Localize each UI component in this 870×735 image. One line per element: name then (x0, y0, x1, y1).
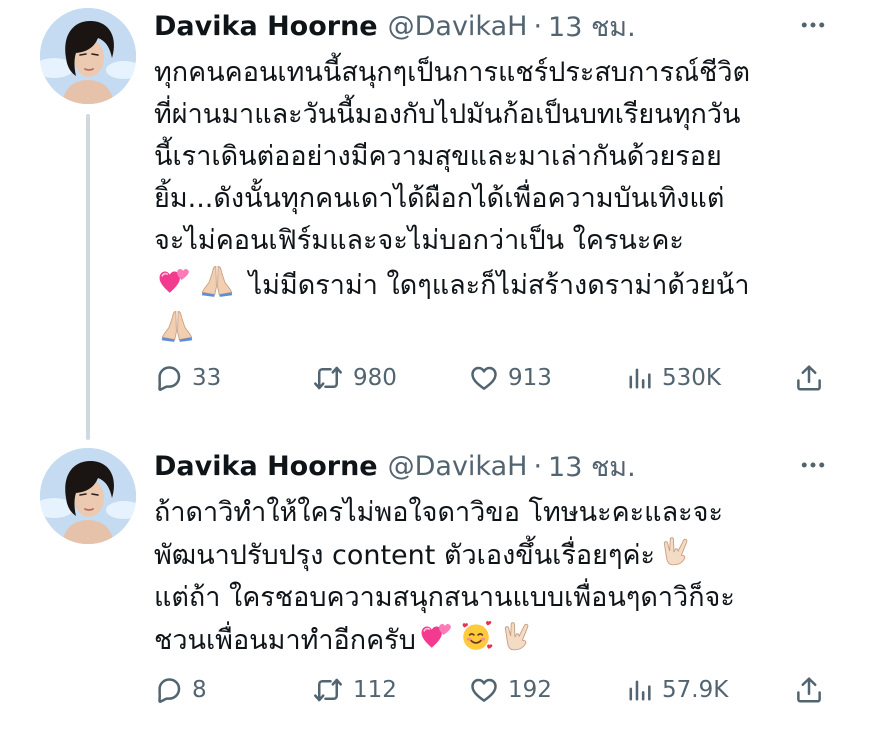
love-you-gesture-emoji (658, 534, 692, 568)
share-icon (794, 363, 824, 393)
tweet-thread: Davika Hoorne @DavikaH · 13 ชม. ทุกคนคอน… (0, 0, 870, 735)
heart-icon (468, 675, 500, 705)
reply-icon (154, 363, 184, 393)
avatar[interactable] (40, 448, 136, 544)
views-icon (626, 676, 654, 704)
tweet-text-line: ยิ้ม...ดังนั้นทุกคนเดาได้ผือกได้เพื่อควา… (154, 183, 725, 214)
reply-count: 33 (192, 365, 222, 391)
tweet[interactable]: Davika Hoorne @DavikaH · 13 ชม. ทุกคนคอน… (0, 0, 870, 440)
tweet-text-segment: ชวนเพื่อนมาทำอีกครับ (154, 625, 416, 656)
tweet-text-line-with-emoji: ไม่มีดราม่า ใดๆและก็ไม่สร้างดราม่าด้วยน้… (154, 262, 834, 307)
retweet-icon (311, 363, 345, 393)
tweet-text-line-with-emoji: ชวนเพื่อนมาทำอีกครับ (154, 619, 834, 662)
love-you-gesture-emoji (499, 619, 533, 653)
views-button[interactable]: 57.9K (626, 670, 728, 710)
retweet-count: 112 (353, 677, 397, 703)
more-icon[interactable] (796, 10, 830, 40)
tweet-text-line-emoji-only (154, 307, 834, 352)
tweet-actions: 33 980 913 530K (154, 358, 834, 398)
reply-button[interactable]: 33 (154, 358, 221, 398)
retweet-button[interactable]: 980 (311, 358, 397, 398)
reply-count: 8 (192, 677, 207, 703)
share-button[interactable] (794, 670, 824, 710)
view-count: 57.9K (662, 677, 729, 703)
tweet-text: ถ้าดาวิทำให้ใครไม่พอใจดาวิขอ โทษนะคะและจ… (154, 492, 834, 662)
tweet-timestamp[interactable]: 13 ชม. (548, 445, 636, 488)
two-hearts-emoji (157, 264, 191, 298)
reply-button[interactable]: 8 (154, 670, 207, 710)
retweet-count: 980 (353, 365, 397, 391)
thread-connector-line (86, 114, 90, 440)
tweet-text-segment: พัฒนาปรับปรุง content ตัวเองขึ้นเรื่อยๆค… (154, 540, 656, 571)
tweet-header: Davika Hoorne @DavikaH · 13 ชม. (154, 6, 830, 46)
avatar-image (40, 448, 136, 544)
tweet-text: ทุกคนคอนเทนนี้สนุกๆเป็นการแชร์ประสบการณ์… (154, 52, 834, 352)
tweet[interactable]: Davika Hoorne @DavikaH · 13 ชม. ถ้าดาวิท… (0, 440, 870, 735)
heart-icon (468, 363, 500, 393)
like-button[interactable]: 913 (468, 358, 552, 398)
separator-dot: · (533, 450, 543, 482)
folded-hands-emoji (197, 262, 237, 298)
like-button[interactable]: 192 (468, 670, 552, 710)
tweet-text-line: จะไม่คอนเฟิร์มและจะไม่บอกว่าเป็น ใครนะคะ (154, 225, 684, 256)
tweet-text-line: นี้เราเดินต่ออย่างมีความสุขและมาเล่ากันด… (154, 141, 722, 172)
folded-hands-emoji (157, 307, 197, 343)
reply-icon (154, 675, 184, 705)
more-icon[interactable] (796, 450, 830, 480)
tweet-text-line: ทุกคนคอนเทนนี้สนุกๆเป็นการแชร์ประสบการณ์… (154, 57, 751, 88)
tweet-text-segment: ไม่มีดราม่า ใดๆและก็ไม่สร้างดราม่าด้วยน้… (248, 270, 750, 301)
views-icon (626, 364, 654, 392)
tweet-text-line: ที่ผ่านมาและวันนี้มองกับไปมันก้อเป็นบทเร… (154, 99, 741, 130)
tweet-timestamp[interactable]: 13 ชม. (548, 5, 636, 48)
tweet-text-line: ถ้าดาวิทำให้ใครไม่พอใจดาวิขอ โทษนะคะและจ… (154, 497, 723, 528)
like-count: 913 (508, 365, 552, 391)
retweet-icon (311, 675, 345, 705)
tweet-header: Davika Hoorne @DavikaH · 13 ชม. (154, 446, 830, 486)
avatar[interactable] (40, 8, 136, 104)
share-button[interactable] (794, 358, 824, 398)
view-count: 530K (662, 365, 721, 391)
smiling-face-with-hearts-emoji (459, 619, 493, 653)
tweet-text-line: แต่ถ้า ใครชอบความสนุกสนานแบบเพื่อนๆดาวิก… (154, 582, 735, 613)
retweet-button[interactable]: 112 (311, 670, 397, 710)
share-icon (794, 675, 824, 705)
author-name[interactable]: Davika Hoorne (154, 11, 378, 42)
separator-dot: · (533, 10, 543, 42)
tweet-text-line-with-emoji: พัฒนาปรับปรุง content ตัวเองขึ้นเรื่อยๆค… (154, 534, 834, 577)
tweet-actions: 8 112 192 57.9K (154, 670, 834, 710)
author-name[interactable]: Davika Hoorne (154, 451, 378, 482)
author-handle[interactable]: @DavikaH (388, 451, 528, 482)
author-handle[interactable]: @DavikaH (388, 11, 528, 42)
two-hearts-emoji (419, 619, 453, 653)
like-count: 192 (508, 677, 552, 703)
avatar-image (40, 8, 136, 104)
views-button[interactable]: 530K (626, 358, 721, 398)
